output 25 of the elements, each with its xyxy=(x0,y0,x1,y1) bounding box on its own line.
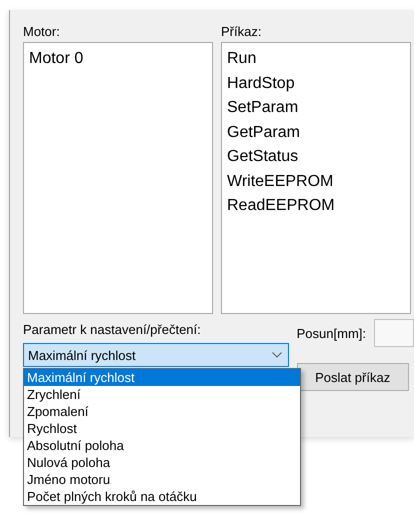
list-item[interactable]: ReadEEPROM xyxy=(227,194,335,218)
dropdown-option[interactable]: Rychlost xyxy=(24,420,300,437)
dropdown-option[interactable]: Zpomalení xyxy=(24,403,300,420)
list-item[interactable]: HardStop xyxy=(227,72,295,96)
command-list[interactable]: Run HardStop SetParam GetParam GetStatus WriteEEPROM ReadEEPROM xyxy=(221,42,411,314)
dropdown-option[interactable]: Maximální rychlost xyxy=(24,369,300,386)
parameter-dropdown[interactable]: Maximální rychlost xyxy=(23,343,289,367)
dropdown-option[interactable]: Absolutní poloha xyxy=(24,437,300,454)
send-command-button[interactable]: Poslat příkaz xyxy=(296,363,409,391)
dropdown-option[interactable]: Nulová poloha xyxy=(24,454,300,471)
command-label: Příkaz: xyxy=(221,24,262,41)
shift-input-field[interactable] xyxy=(374,319,414,347)
list-item[interactable]: Run xyxy=(227,47,256,72)
motor-label: Motor: xyxy=(23,24,61,41)
chevron-icon xyxy=(272,352,282,358)
dropdown-option[interactable]: Počet plných kroků na otáčku xyxy=(24,488,300,505)
parameter-label: Parametr k nastavení/přečtení: xyxy=(23,322,202,339)
list-item[interactable]: GetStatus xyxy=(227,145,298,170)
list-item[interactable]: Motor 0 xyxy=(29,47,84,72)
shift-label: Posun[mm]: xyxy=(296,326,366,340)
dropdown-option[interactable]: Jméno motoru xyxy=(24,471,300,488)
list-item[interactable]: GetParam xyxy=(227,120,300,145)
list-item[interactable]: WriteEEPROM xyxy=(227,170,334,194)
list-item[interactable]: SetParam xyxy=(227,96,298,120)
motor-list[interactable]: Motor 0 xyxy=(23,42,213,314)
